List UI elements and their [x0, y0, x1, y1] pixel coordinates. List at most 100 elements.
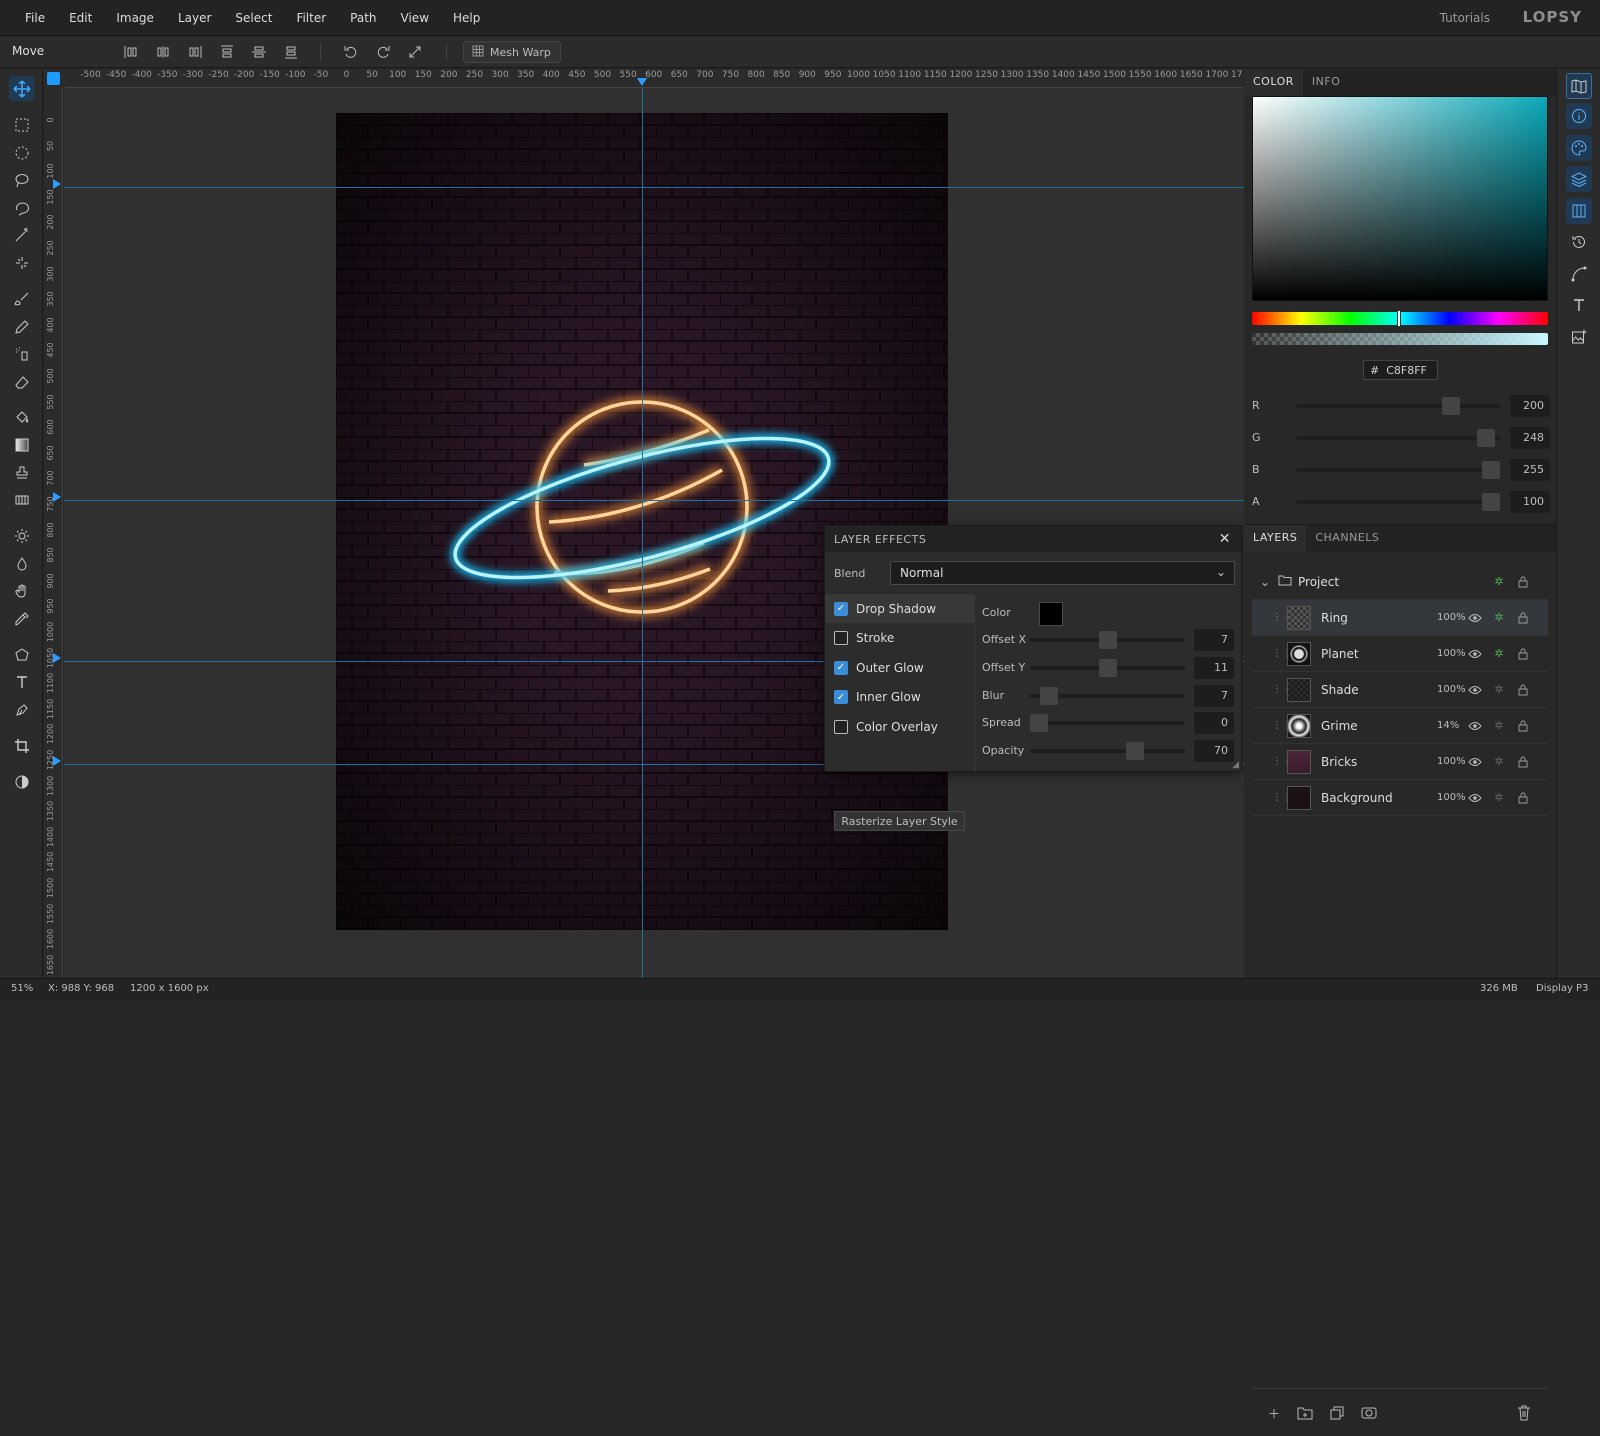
rasterize-layer-style-button[interactable]: Rasterize Layer Style [834, 811, 965, 831]
eye-icon[interactable] [1468, 755, 1482, 769]
quick-select-icon[interactable] [9, 250, 34, 275]
channel-slider-knob[interactable] [1476, 429, 1495, 447]
contrast-icon[interactable] [9, 769, 34, 794]
navigator-map-icon[interactable] [1566, 73, 1592, 99]
guide-horizontal[interactable] [64, 187, 1244, 188]
layer-row-bricks[interactable]: ⋮⋮ Bricks 100% ✲ [1252, 744, 1548, 780]
effects-icon[interactable]: ✲ [1492, 647, 1506, 661]
layer-row-grime[interactable]: ⋮⋮ Grime 14% ✲ [1252, 708, 1548, 744]
prop-slider[interactable] [1030, 721, 1185, 726]
magnetic-lasso-icon[interactable] [9, 195, 34, 220]
channel-slider[interactable] [1296, 468, 1500, 472]
layer-opacity[interactable]: 100% [1437, 684, 1466, 695]
blur-drop-icon[interactable] [9, 551, 34, 576]
guide-marker-icon[interactable] [53, 756, 61, 766]
prop-slider-knob[interactable] [1039, 686, 1058, 705]
effect-outer-glow[interactable]: ✓ Outer Glow [825, 653, 975, 682]
spray-icon[interactable] [9, 341, 34, 366]
layer-opacity[interactable]: 14% [1437, 720, 1459, 731]
rect-select-icon[interactable] [9, 112, 34, 137]
layer-row-background[interactable]: ⋮⋮ Background 100% ✲ [1252, 780, 1548, 816]
layer-opacity[interactable]: 100% [1437, 756, 1466, 767]
history-icon[interactable] [1566, 229, 1592, 255]
lock-icon[interactable] [1516, 575, 1530, 589]
hex-input[interactable]: # C8F8FF [1363, 360, 1438, 380]
gradient-icon[interactable] [9, 432, 34, 457]
text-tool-icon[interactable] [9, 669, 34, 694]
tab-layers[interactable]: LAYERS [1244, 525, 1307, 552]
checkbox[interactable]: ✓ [834, 601, 848, 616]
pencil-icon[interactable] [9, 314, 34, 339]
menu-file[interactable]: File [13, 11, 57, 25]
channel-slider-knob[interactable] [1441, 397, 1460, 415]
dodge-icon[interactable] [9, 523, 34, 548]
channel-value-input[interactable]: 100 [1510, 491, 1550, 513]
channel-value-input[interactable]: 255 [1510, 459, 1550, 481]
checkbox[interactable]: ✓ [834, 690, 848, 704]
guide-vertical[interactable] [642, 88, 643, 978]
guide-horizontal[interactable] [64, 500, 1244, 501]
effects-icon[interactable]: ✲ [1492, 755, 1506, 769]
paths-curve-icon[interactable] [1566, 261, 1592, 287]
eyedropper-icon[interactable] [9, 606, 34, 631]
rotate-left-icon[interactable] [340, 42, 362, 62]
layer-opacity[interactable]: 100% [1437, 648, 1466, 659]
prop-value-input[interactable]: 7 [1194, 629, 1234, 651]
prop-value-input[interactable]: 0 [1194, 712, 1234, 735]
prop-slider-knob[interactable] [1098, 631, 1117, 649]
shadow-color-swatch[interactable] [1039, 602, 1063, 626]
chevron-down-icon[interactable]: ⌄ [1260, 575, 1270, 589]
eye-icon[interactable] [1468, 791, 1482, 805]
menu-help[interactable]: Help [441, 11, 492, 25]
channel-slider[interactable] [1296, 404, 1500, 408]
prop-value-input[interactable]: 11 [1194, 656, 1234, 679]
effect-drop-shadow[interactable]: ✓ Drop Shadow [825, 594, 975, 623]
layer-row-planet[interactable]: ⋮⋮ Planet 100% ✲ [1252, 636, 1548, 672]
layer-opacity[interactable]: 100% [1437, 612, 1466, 623]
channel-slider-knob[interactable] [1482, 461, 1500, 479]
layer-opacity[interactable]: 100% [1437, 792, 1466, 803]
lock-icon[interactable] [1516, 683, 1530, 697]
ruler-corner[interactable] [44, 69, 65, 88]
saturation-value-picker[interactable] [1252, 96, 1548, 301]
eye-icon[interactable] [1468, 611, 1482, 625]
menu-edit[interactable]: Edit [57, 11, 104, 25]
columns-icon[interactable] [1566, 198, 1592, 224]
guide-marker-icon[interactable] [637, 78, 647, 86]
delete-layer-icon[interactable] [1514, 1403, 1534, 1423]
menu-filter[interactable]: Filter [284, 11, 338, 25]
effects-icon[interactable]: ✲ [1492, 575, 1506, 589]
channel-value-input[interactable]: 248 [1510, 427, 1550, 449]
pen-icon[interactable] [9, 697, 34, 722]
tutorials-link[interactable]: Tutorials [1440, 11, 1490, 25]
align-top-icon[interactable] [216, 42, 238, 62]
guide-marker-icon[interactable] [53, 179, 61, 189]
crop-icon[interactable] [9, 733, 34, 758]
paint-bucket-icon[interactable] [9, 405, 34, 430]
layer-group-row[interactable]: ⌄ Project ✲ [1252, 564, 1548, 600]
blend-mode-select[interactable]: Normal ⌄ [890, 561, 1235, 585]
prop-value-input[interactable]: 7 [1194, 684, 1234, 707]
tab-info[interactable]: INFO [1303, 69, 1349, 96]
lock-icon[interactable] [1516, 647, 1530, 661]
prop-slider[interactable] [1030, 749, 1185, 754]
channel-value-input[interactable]: 200 [1510, 395, 1550, 417]
align-center-horizontal-icon[interactable] [152, 42, 174, 62]
polygon-icon[interactable] [9, 642, 34, 667]
info-icon[interactable] [1566, 103, 1592, 129]
effects-icon[interactable]: ✲ [1492, 719, 1506, 733]
channel-slider[interactable] [1296, 500, 1500, 504]
effect-color-overlay[interactable]: Color Overlay [825, 712, 975, 741]
layer-row-ring[interactable]: ⋮⋮ Ring 100% ✲ [1252, 600, 1548, 636]
eye-icon[interactable] [1468, 683, 1482, 697]
expand-icon[interactable] [404, 42, 426, 62]
checkbox[interactable] [834, 631, 848, 645]
prop-value-input[interactable]: 70 [1194, 740, 1234, 763]
lasso-icon[interactable] [9, 167, 34, 192]
mask-layer-icon[interactable] [1359, 1403, 1379, 1423]
menu-path[interactable]: Path [338, 11, 388, 25]
menu-layer[interactable]: Layer [166, 11, 223, 25]
lock-icon[interactable] [1516, 791, 1530, 805]
lock-icon[interactable] [1516, 611, 1530, 625]
effect-stroke[interactable]: Stroke [825, 624, 975, 653]
